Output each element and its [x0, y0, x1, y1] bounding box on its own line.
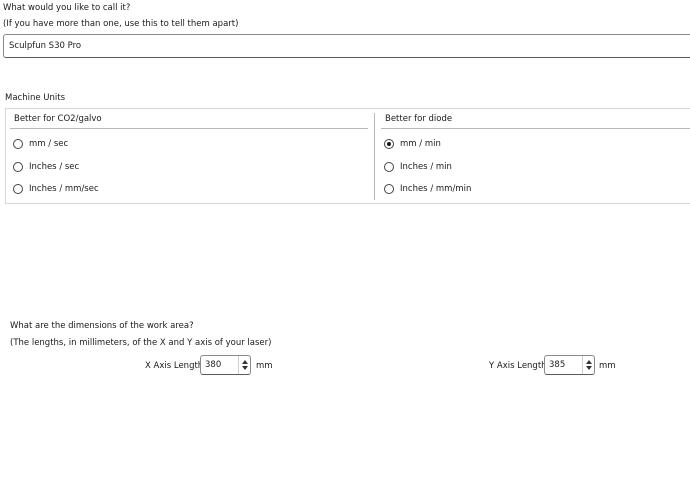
stepper-arrows[interactable]	[238, 356, 250, 374]
radio-unchecked-icon	[384, 184, 394, 194]
x-axis-length-stepper[interactable]: 380	[200, 355, 251, 375]
work-area-question: What are the dimensions of the work area…	[10, 321, 194, 331]
y-axis-label: Y Axis Length	[489, 361, 547, 371]
arrow-down-icon[interactable]	[241, 366, 248, 370]
x-axis-label: X Axis Length	[145, 361, 204, 371]
radio-inches-mm-sec[interactable]: Inches / mm/sec	[13, 184, 99, 194]
y-axis-unit: mm	[599, 361, 616, 371]
radio-unchecked-icon	[13, 139, 23, 149]
machine-units-title: Machine Units	[5, 93, 66, 103]
radio-mm-min[interactable]: mm / min	[384, 139, 441, 149]
work-area-hint: (The lengths, in millimeters, of the X a…	[10, 338, 272, 348]
stepper-arrows[interactable]	[582, 356, 594, 374]
column-separator	[374, 113, 375, 200]
radio-unchecked-icon	[384, 162, 394, 172]
radio-label: Inches / sec	[29, 162, 80, 172]
arrow-up-icon[interactable]	[241, 360, 248, 364]
radio-label: mm / sec	[29, 139, 69, 149]
radio-unchecked-icon	[13, 162, 23, 172]
x-axis-unit: mm	[256, 361, 273, 371]
name-question: What would you like to call it?	[3, 3, 131, 13]
radio-label: Inches / mm/sec	[29, 184, 99, 194]
radio-inches-min[interactable]: Inches / min	[384, 162, 452, 172]
arrow-up-icon[interactable]	[585, 360, 592, 364]
name-hint: (If you have more than one, use this to …	[3, 19, 239, 29]
radio-unchecked-icon	[13, 184, 23, 194]
co2-galvo-heading: Better for CO2/galvo	[14, 114, 102, 124]
radio-label: Inches / mm/min	[400, 184, 472, 194]
arrow-down-icon[interactable]	[585, 366, 592, 370]
radio-label: mm / min	[400, 139, 441, 149]
radio-inches-mm-min[interactable]: Inches / mm/min	[384, 184, 471, 194]
y-axis-length-stepper[interactable]: 385	[544, 355, 595, 375]
y-axis-value: 385	[549, 360, 566, 370]
radio-label: Inches / min	[400, 162, 452, 172]
radio-checked-icon	[384, 139, 394, 149]
radio-inches-sec[interactable]: Inches / sec	[13, 162, 79, 172]
device-name-input[interactable]: Sculpfun S30 Pro	[3, 34, 690, 58]
radio-mm-sec[interactable]: mm / sec	[13, 139, 68, 149]
x-axis-value: 380	[205, 360, 222, 370]
diode-heading-rule	[381, 128, 690, 129]
machine-units-group	[5, 108, 690, 204]
diode-heading: Better for diode	[385, 114, 453, 124]
co2-galvo-heading-rule	[10, 128, 368, 129]
